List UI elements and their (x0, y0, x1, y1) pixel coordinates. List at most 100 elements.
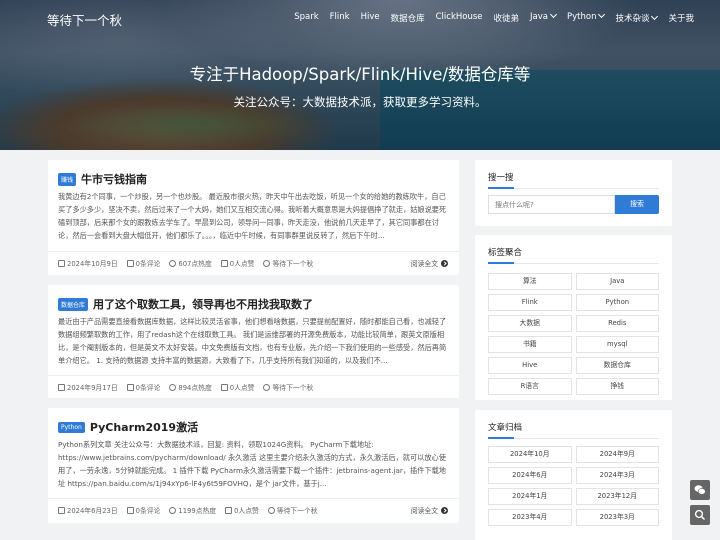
comment-icon (126, 259, 134, 267)
post-date: 2024年9月17日 (58, 382, 118, 392)
navbar: 等待下一个秋 Spark Flink Hive 数据仓库 ClickHouse … (0, 0, 720, 34)
post-excerpt: Python系列文章 关注公众号：大数据技术派，回复: 资料，领取1024G资料… (58, 440, 446, 488)
widget-underline (488, 437, 659, 439)
search-button[interactable]: 搜索 (615, 195, 659, 214)
archive-grid: 2024年10月 2024年9月 2024年6月 2024年3月 2024年1月… (488, 446, 659, 526)
archive-item[interactable]: 2024年1月 (488, 488, 572, 505)
nav-item-tech-misc[interactable]: 技术杂谈 (615, 12, 659, 24)
calendar-icon (58, 383, 65, 391)
post-likes[interactable]: 0人点赞 (220, 382, 254, 392)
nav-item-data-warehouse[interactable]: 数据仓库 (391, 12, 425, 24)
tag-item[interactable]: 算法 (488, 273, 572, 290)
post-author[interactable]: 等待下一个秋 (267, 505, 318, 515)
wechat-button[interactable] (690, 480, 710, 500)
wechat-icon (694, 485, 706, 495)
divider (48, 375, 459, 376)
comment-icon (126, 383, 134, 391)
tag-item[interactable]: 数据仓库 (575, 357, 659, 374)
archive-item[interactable]: 2023年3月 (575, 509, 659, 526)
thumbs-up-icon (220, 259, 228, 267)
post-excerpt: 最近由于产品需要直接看数据库数据，这样比较灵活省事，他们想看啥数据，只要提前配置… (58, 317, 447, 365)
read-more-link[interactable]: 阅读全文 (411, 505, 448, 515)
nav-item-java[interactable]: Java (530, 10, 558, 24)
post-author[interactable]: 等待下一个秋 (263, 258, 313, 268)
user-icon (267, 506, 275, 514)
post-header: 赚钱 牛市亏钱指南 (58, 171, 147, 187)
search-widget: 搜一搜 搜索 (475, 160, 672, 226)
post-likes[interactable]: 0人点赞 (220, 258, 254, 268)
tags-widget: 标签聚合 算法 Java Flink Python 大数据 Redis 书籍 m… (475, 235, 672, 400)
tag-item[interactable]: 大数据 (488, 315, 572, 332)
search-input[interactable] (488, 195, 615, 214)
post-excerpt: 我黄边有2个同事，一个炒股，另一个也炒股。 最近股市很火热，昨天中午出去吃饭，听… (58, 192, 447, 240)
calendar-icon (58, 506, 65, 514)
post-title[interactable]: 用了这个取数工具，领导再也不用找我取数了 (93, 296, 313, 312)
nav-item-apprentice[interactable]: 收徒弟 (494, 12, 520, 24)
user-icon (263, 383, 271, 391)
hero-subtitle: 关注公众号：大数据技术派，获取更多学习资料。 (233, 95, 487, 109)
search-float-button[interactable] (690, 505, 710, 525)
tag-item[interactable]: Flink (488, 294, 572, 311)
archive-item[interactable]: 2024年10月 (488, 446, 572, 463)
tag-item[interactable]: 书籍 (488, 336, 572, 353)
post-meta: 2024年9月17日 0条评论 894点热度 0人点赞 等待下一个秋 (58, 382, 313, 392)
category-badge[interactable]: 赚钱 (58, 172, 77, 186)
post-title[interactable]: PyCharm2019激活 (90, 419, 198, 435)
post-title[interactable]: 牛市亏钱指南 (81, 171, 147, 187)
site-brand[interactable]: 等待下一个秋 (47, 10, 122, 29)
post-views: 1199点热度 (169, 505, 216, 515)
comment-icon (126, 506, 134, 514)
tag-item[interactable]: R语言 (488, 378, 572, 395)
thumbs-up-icon (225, 506, 233, 514)
nav-item-python[interactable]: Python (567, 10, 606, 24)
post-comments[interactable]: 0条评论 (126, 505, 160, 515)
arrow-right-icon (441, 506, 448, 514)
widget-title: 文章归档 (488, 423, 523, 433)
chevron-down-icon (598, 10, 606, 19)
widget-title: 标签聚合 (488, 248, 523, 258)
post-card: 数据仓库 用了这个取数工具，领导再也不用找我取数了 最近由于产品需要直接看数据库… (48, 285, 459, 398)
archive-item[interactable]: 2023年4月 (488, 509, 572, 526)
tag-item[interactable]: 挣钱 (575, 378, 659, 395)
post-views: 894点热度 (169, 382, 212, 392)
post-likes[interactable]: 0人点赞 (225, 505, 259, 515)
thumbs-up-icon (220, 383, 228, 391)
main-nav: Spark Flink Hive 数据仓库 ClickHouse 收徒弟 Jav… (294, 10, 694, 24)
post-meta: 2024年10月9日 0条评论 607点热度 0人点赞 等待下一个秋 (58, 258, 313, 268)
archive-item[interactable]: 2024年6月 (488, 467, 572, 484)
nav-item-about[interactable]: 关于我 (668, 12, 694, 24)
post-views: 607点热度 (169, 258, 212, 268)
post-card: 赚钱 牛市亏钱指南 我黄边有2个同事，一个炒股，另一个也炒股。 最近股市很火热，… (48, 160, 459, 275)
category-badge[interactable]: 数据仓库 (58, 297, 89, 311)
widget-underline (488, 187, 659, 189)
fire-icon (169, 506, 177, 514)
post-comments[interactable]: 0条评论 (126, 258, 160, 268)
user-icon (263, 259, 271, 267)
post-header: 数据仓库 用了这个取数工具，领导再也不用找我取数了 (58, 296, 313, 312)
tag-item[interactable]: Redis (575, 315, 659, 332)
archive-widget: 文章归档 2024年10月 2024年9月 2024年6月 2024年3月 20… (475, 410, 672, 540)
post-card: Python PyCharm2019激活 Python系列文章 关注公众号：大数… (48, 408, 459, 523)
nav-item-hive[interactable]: Hive (361, 12, 380, 24)
post-header: Python PyCharm2019激活 (58, 419, 198, 435)
fire-icon (169, 383, 177, 391)
tag-item[interactable]: mysql (575, 336, 659, 353)
post-comments[interactable]: 0条评论 (126, 382, 160, 392)
tag-item[interactable]: Java (575, 273, 659, 290)
tag-item[interactable]: Hive (488, 357, 572, 374)
post-meta: 2024年6月23日 0条评论 1199点热度 0人点赞 等待下一个秋 (58, 505, 318, 515)
calendar-icon (58, 259, 65, 267)
nav-item-flink[interactable]: Flink (330, 12, 350, 24)
archive-item[interactable]: 2024年3月 (575, 467, 659, 484)
post-author[interactable]: 等待下一个秋 (263, 382, 313, 392)
post-date: 2024年6月23日 (58, 505, 118, 515)
nav-item-clickhouse[interactable]: ClickHouse (436, 12, 483, 24)
category-badge[interactable]: Python (58, 421, 85, 433)
read-more-link[interactable]: 阅读全文 (411, 258, 448, 268)
archive-item[interactable]: 2024年9月 (575, 446, 659, 463)
archive-item[interactable]: 2023年12月 (575, 488, 659, 505)
nav-item-spark[interactable]: Spark (294, 12, 318, 24)
widget-underline (488, 262, 659, 264)
chevron-down-icon (549, 10, 558, 19)
tag-item[interactable]: Python (575, 294, 659, 311)
